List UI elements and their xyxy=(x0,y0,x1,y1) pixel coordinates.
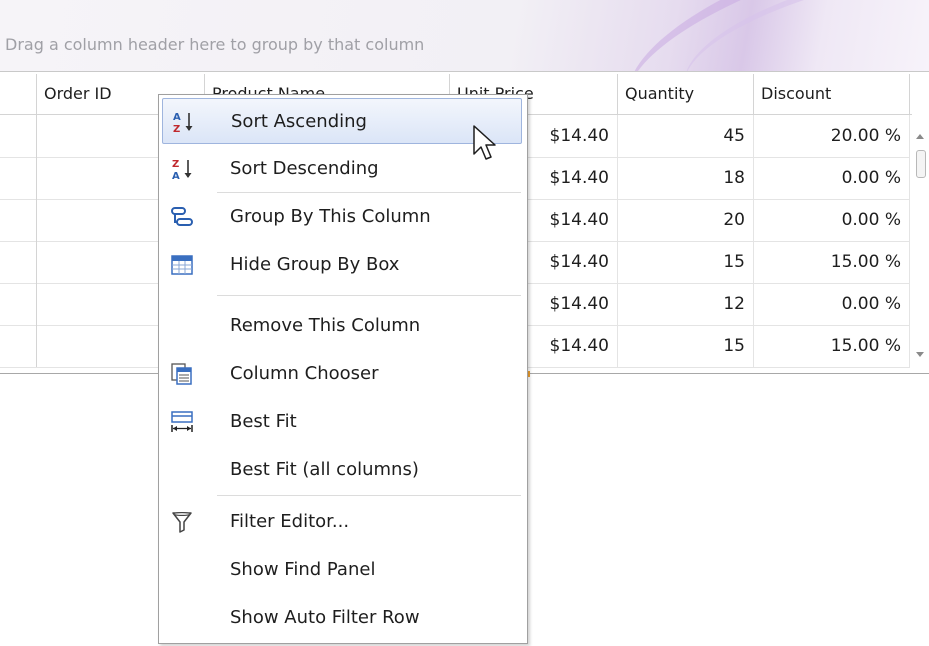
sort-descending-icon: ZA xyxy=(170,157,194,182)
column-context-menu: A Z Sort Ascending Z A Sort Descending Group B… xyxy=(158,94,528,644)
menu-separator xyxy=(217,495,521,496)
cell-discount[interactable]: 20.00 % xyxy=(754,115,910,157)
menu-filter-editor[interactable]: Filter Editor... xyxy=(162,499,522,545)
best-fit-icon xyxy=(170,410,194,434)
menu-column-chooser[interactable]: Column Chooser xyxy=(162,351,522,397)
menu-item-label: Group By This Column xyxy=(230,206,431,227)
menu-separator xyxy=(217,295,521,296)
vertical-scrollbar[interactable] xyxy=(912,114,929,372)
cell-discount[interactable]: 0.00 % xyxy=(754,199,910,241)
cell-quantity[interactable]: 45 xyxy=(618,115,754,157)
menu-item-label: Show Find Panel xyxy=(230,559,376,580)
menu-item-label: Best Fit (all columns) xyxy=(230,459,419,480)
menu-item-label: Sort Ascending xyxy=(231,111,367,132)
cell-quantity[interactable]: 15 xyxy=(618,241,754,283)
row-indicator-cell[interactable] xyxy=(0,325,37,367)
cell-discount[interactable]: 0.00 % xyxy=(754,283,910,325)
header-quantity[interactable]: Quantity xyxy=(618,74,754,114)
menu-best-fit-all[interactable]: Best Fit (all columns) xyxy=(162,447,522,493)
header-discount[interactable]: Discount xyxy=(754,74,910,114)
cell-quantity[interactable]: 12 xyxy=(618,283,754,325)
menu-item-label: Show Auto Filter Row xyxy=(230,607,420,628)
cell-discount[interactable]: 15.00 % xyxy=(754,241,910,283)
menu-show-find-panel[interactable]: Show Find Panel xyxy=(162,547,522,593)
menu-item-label: Hide Group By Box xyxy=(230,254,400,275)
menu-hide-group-by-box[interactable]: Hide Group By Box xyxy=(162,242,522,288)
cell-quantity[interactable]: 18 xyxy=(618,157,754,199)
mouse-cursor-icon xyxy=(473,125,496,160)
scroll-up-arrow-icon[interactable] xyxy=(916,134,924,139)
menu-item-label: Best Fit xyxy=(230,411,297,432)
svg-text:Z: Z xyxy=(172,159,179,170)
group-panel-hint: Drag a column header here to group by th… xyxy=(5,35,425,54)
group-by-icon xyxy=(170,205,194,229)
cell-quantity[interactable]: 20 xyxy=(618,199,754,241)
row-indicator-cell[interactable] xyxy=(0,115,37,157)
menu-sort-descending[interactable]: Z A Sort Descending xyxy=(162,146,522,192)
row-indicator-cell[interactable] xyxy=(0,199,37,241)
svg-text:A: A xyxy=(172,171,180,181)
menu-group-by-column[interactable]: Group By This Column xyxy=(162,194,522,240)
menu-item-label: Column Chooser xyxy=(230,363,379,384)
svg-text:Z: Z xyxy=(173,124,180,134)
group-box-icon xyxy=(170,253,194,277)
scroll-down-arrow-icon[interactable] xyxy=(916,352,924,357)
column-chooser-icon xyxy=(170,362,194,386)
cell-quantity[interactable]: 15 xyxy=(618,325,754,367)
menu-item-label: Sort Descending xyxy=(230,158,379,179)
menu-best-fit[interactable]: Best Fit xyxy=(162,399,522,445)
menu-item-label: Filter Editor... xyxy=(230,511,350,532)
menu-separator xyxy=(217,192,521,193)
menu-sort-ascending[interactable]: A Z Sort Ascending xyxy=(162,98,522,144)
row-indicator-cell[interactable] xyxy=(0,241,37,283)
sort-ascending-icon: AZ xyxy=(171,110,195,135)
menu-show-auto-filter-row[interactable]: Show Auto Filter Row xyxy=(162,595,522,641)
menu-remove-column[interactable]: Remove This Column xyxy=(162,303,522,349)
filter-icon xyxy=(170,510,194,534)
cell-discount[interactable]: 0.00 % xyxy=(754,157,910,199)
menu-item-label: Remove This Column xyxy=(230,315,421,336)
scroll-thumb[interactable] xyxy=(916,150,926,178)
header-indicator-cell xyxy=(0,74,37,114)
group-by-panel[interactable]: Drag a column header here to group by th… xyxy=(0,0,929,72)
row-indicator-cell[interactable] xyxy=(0,157,37,199)
svg-text:A: A xyxy=(173,112,181,123)
cell-discount[interactable]: 15.00 % xyxy=(754,325,910,367)
row-indicator-cell[interactable] xyxy=(0,283,37,325)
